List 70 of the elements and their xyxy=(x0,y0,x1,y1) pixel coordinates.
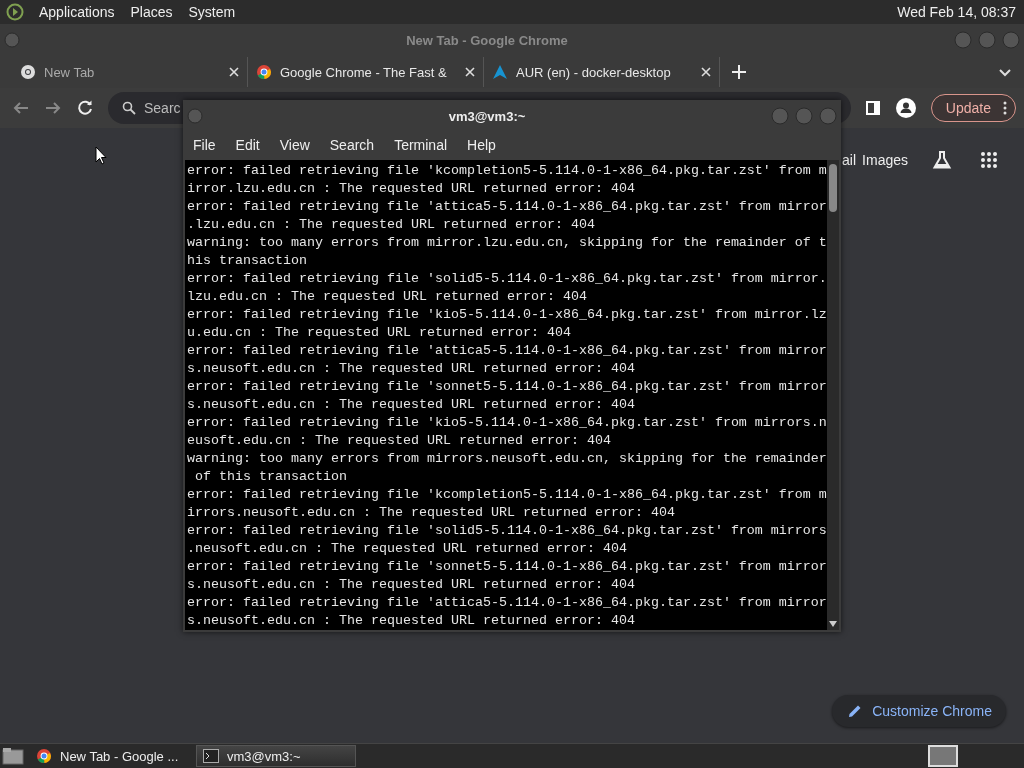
new-tab-icon[interactable] xyxy=(732,65,746,79)
terminal-line: warning: too many errors from mirrors.neusoft.edu.cn, skipping for the remainder xyxy=(187,450,827,468)
terminal-line: error: failed retrieving file 'attica5-5.114.0-1-x86_64.pkg.tar.zst' from mirror xyxy=(187,198,827,216)
pencil-icon xyxy=(848,704,863,718)
kebab-menu-icon[interactable] xyxy=(1003,101,1007,115)
menu-item[interactable]: File xyxy=(193,137,216,153)
terminal-line: .neusoft.edu.cn : The requested URL returned error: 404 xyxy=(187,540,628,558)
terminal-line: u.edu.cn : The requested URL returned error: 404 xyxy=(187,324,572,342)
desktop-icon[interactable] xyxy=(2,747,24,765)
side-panel-icon[interactable] xyxy=(864,100,881,116)
chrome-logo-icon xyxy=(20,64,36,80)
terminal-line: his transaction xyxy=(187,252,308,270)
workspace-switcher[interactable] xyxy=(928,745,958,767)
update-button[interactable]: Update xyxy=(930,94,1016,122)
taskbar-item[interactable]: vm3@vm3:~ xyxy=(196,745,356,767)
clock[interactable]: Wed Feb 14, 08:37 xyxy=(897,4,1016,20)
profile-icon[interactable] xyxy=(894,97,917,119)
panel-menu[interactable]: Applications xyxy=(38,4,116,20)
header-link[interactable]: ail xyxy=(842,152,857,168)
apps-grid-icon[interactable] xyxy=(980,151,998,169)
terminal-line: error: failed retrieving file 'sonnet5-5.114.0-1-x86_64.pkg.tar.zst' from mirror xyxy=(187,378,827,396)
terminal-line: error: failed retrieving file 'kcompletion5-5.114.0-1-x86_64.pkg.tar.zst' from m xyxy=(187,162,827,180)
terminal-line: s.neusoft.edu.cn : The requested URL returned error: 404 xyxy=(187,576,636,594)
terminal-line: irror.lzu.edu.cn : The requested URL returned error: 404 xyxy=(187,180,636,198)
close-icon[interactable] xyxy=(465,67,475,77)
flask-icon[interactable] xyxy=(932,150,952,170)
terminal-line: error: failed retrieving file 'kio5-5.114.0-1-x86_64.pkg.tar.zst' from mirrors.n xyxy=(187,414,827,432)
terminal-icon xyxy=(203,749,219,763)
terminal-line: warning: too many errors from mirror.lzu.edu.cn, skipping for the remainder of t xyxy=(187,234,827,252)
menu-item[interactable]: Edit xyxy=(235,137,260,153)
header-link[interactable]: Images xyxy=(862,152,908,168)
terminal-line: .lzu.edu.cn : The requested URL returned error: 404 xyxy=(187,216,596,234)
terminal-line: s.neusoft.edu.cn : The requested URL returned error: 404 xyxy=(187,360,636,378)
terminal-line: error: failed retrieving file 'attica5-5.114.0-1-x86_64.pkg.tar.zst' from mirror xyxy=(187,342,827,360)
scrollbar[interactable] xyxy=(827,160,839,630)
menu-item[interactable]: Terminal xyxy=(394,137,448,153)
terminal-line: error: failed retrieving file 'solid5-5.114.0-1-x86_64.pkg.tar.zst' from mirror. xyxy=(187,270,827,288)
terminal-line: s.neusoft.edu.cn : The requested URL returned error: 404 xyxy=(187,396,636,414)
search-icon xyxy=(122,101,136,115)
scrollbar-thumb[interactable] xyxy=(829,164,837,212)
close-icon[interactable] xyxy=(229,67,239,77)
mouse-pointer-icon xyxy=(95,146,107,166)
terminal-line: of this transaction xyxy=(194,468,348,486)
terminal-line: irrors.neusoft.edu.cn : The requested URL returned error: 404 xyxy=(187,504,676,522)
chrome-logo-icon xyxy=(256,64,272,80)
close-icon[interactable] xyxy=(701,67,711,77)
window-title: New Tab - Google Chrome xyxy=(405,32,569,48)
terminal-line: error: failed retrieving file 'solid5-5.114.0-1-x86_64.pkg.tar.zst' from mirrors xyxy=(187,522,827,540)
panel-logo-icon[interactable] xyxy=(6,3,24,21)
reload-icon[interactable] xyxy=(76,99,94,117)
taskbar-item[interactable]: New Tab - Google ... xyxy=(30,745,190,767)
terminal-line: lzu.edu.cn : The requested URL returned error: 404 xyxy=(187,288,588,306)
terminal-line: error: failed retrieving file 'kio5-5.114.0-1-x86_64.pkg.tar.zst' from mirror.lz xyxy=(187,306,827,324)
panel-menu[interactable]: Places xyxy=(129,4,174,20)
window-title: vm3@vm3:~ xyxy=(447,108,527,124)
menu-item[interactable]: View xyxy=(279,137,310,153)
scroll-down-arrow-icon[interactable] xyxy=(829,621,837,627)
browser-tab[interactable]: AUR (en) - docker-desktop xyxy=(484,57,720,87)
browser-tab[interactable]: Google Chrome - The Fast & xyxy=(248,57,484,87)
menu-item[interactable]: Search xyxy=(329,137,375,153)
chrome-logo-icon xyxy=(36,748,52,764)
panel-menu[interactable]: System xyxy=(187,4,237,20)
terminal-line: eusoft.edu.cn : The requested URL returned error: 404 xyxy=(187,432,612,450)
customize-chrome-button[interactable]: Customize Chrome xyxy=(832,695,1006,727)
terminal-line: s.neusoft.edu.cn : The requested URL returned error: 404 xyxy=(187,612,636,630)
menu-item[interactable]: Help xyxy=(467,137,496,153)
terminal-line: error: failed retrieving file 'attica5-5.114.0-1-x86_64.pkg.tar.zst' from mirror xyxy=(187,594,827,612)
terminal-line: error: failed retrieving file 'sonnet5-5.114.0-1-x86_64.pkg.tar.zst' from mirror xyxy=(187,558,827,576)
triangle-logo-icon xyxy=(492,64,508,80)
terminal-line: error: failed retrieving file 'kcompletion5-5.114.0-1-x86_64.pkg.tar.zst' from m xyxy=(187,486,827,504)
